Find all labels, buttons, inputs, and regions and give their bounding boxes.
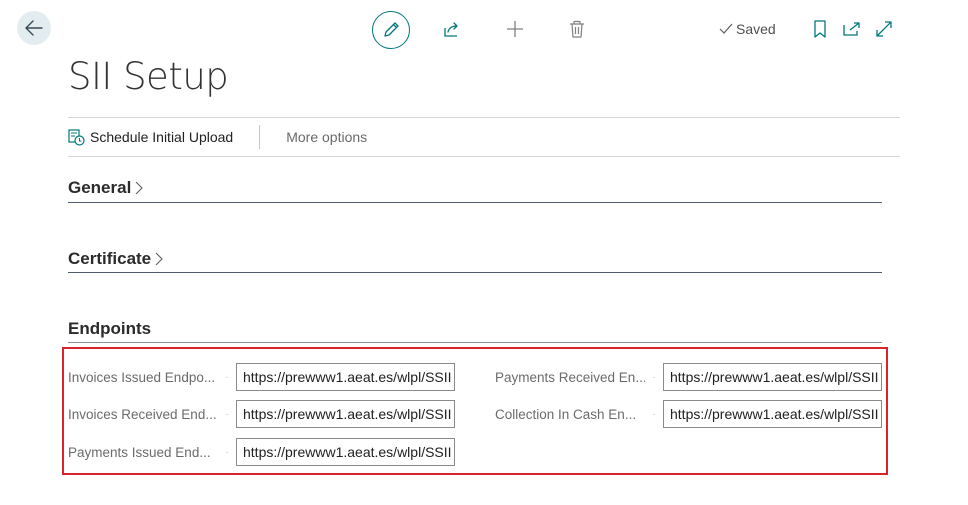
checkmark-icon: [719, 23, 733, 34]
more-options-action[interactable]: More options: [286, 129, 367, 145]
general-section-header[interactable]: General: [68, 176, 882, 200]
general-section: General: [68, 176, 882, 203]
schedule-initial-upload-label: Schedule Initial Upload: [90, 129, 234, 145]
open-in-new-window-button[interactable]: [842, 19, 862, 39]
open-in-new-window-icon: [843, 22, 860, 36]
endpoints-section-header[interactable]: Endpoints: [68, 317, 882, 341]
schedule-upload-icon: [68, 128, 85, 146]
field-separator: ·: [652, 371, 656, 383]
general-section-title: General: [68, 178, 132, 197]
payments-issued-endpoint-label: Payments Issued End...: [68, 444, 211, 460]
endpoints-section-title: Endpoints: [68, 319, 152, 338]
invoices-issued-endpoint-field: Invoices Issued Endpo... · https://preww…: [68, 363, 455, 391]
invoices-issued-endpoint-input[interactable]: https://prewww1.aeat.es/wlpl/SSII: [236, 363, 455, 391]
field-separator: ·: [225, 446, 229, 458]
share-button[interactable]: [442, 19, 462, 39]
action-divider: [259, 125, 261, 149]
payments-received-endpoint-field: Payments Received En... · https://prewww…: [495, 363, 882, 391]
plus-icon: [507, 21, 523, 37]
invoices-received-endpoint-field: Invoices Received End... · https://preww…: [68, 400, 455, 428]
certificate-section-title: Certificate: [68, 249, 152, 268]
payments-issued-endpoint-input[interactable]: https://prewww1.aeat.es/wlpl/SSII: [236, 438, 455, 466]
field-separator: ·: [225, 371, 229, 383]
collection-in-cash-endpoint-input[interactable]: https://prewww1.aeat.es/wlpl/SSII: [663, 400, 882, 428]
payments-received-endpoint-label: Payments Received En...: [495, 369, 645, 385]
payments-issued-endpoint-field: Payments Issued End... · https://prewww1…: [68, 438, 455, 466]
saved-label: Saved: [736, 21, 776, 37]
collection-in-cash-endpoint-field: Collection In Cash En... · https://preww…: [495, 400, 882, 428]
pencil-icon: [384, 22, 399, 37]
back-button[interactable]: [17, 11, 51, 45]
field-separator: ·: [225, 408, 229, 420]
endpoints-section: Endpoints: [68, 317, 882, 343]
delete-button[interactable]: [567, 19, 587, 39]
more-options-label: More options: [286, 129, 368, 145]
certificate-section-header[interactable]: Certificate: [68, 247, 882, 271]
invoices-received-endpoint-input[interactable]: https://prewww1.aeat.es/wlpl/SSII: [236, 400, 455, 428]
expand-button[interactable]: [874, 19, 894, 39]
trash-icon: [570, 20, 584, 38]
invoices-received-endpoint-label: Invoices Received End...: [68, 406, 217, 422]
chevron-right-icon: [155, 252, 163, 266]
arrow-left-icon: [25, 20, 43, 36]
collection-in-cash-endpoint-label: Collection In Cash En...: [495, 406, 637, 422]
field-separator: ·: [652, 408, 656, 420]
bookmark-button[interactable]: [811, 19, 829, 39]
page-title: SII Setup: [68, 55, 229, 98]
action-bar: Schedule Initial Upload More options: [68, 117, 900, 157]
bookmark-icon: [814, 20, 826, 38]
certificate-section: Certificate: [68, 247, 882, 273]
edit-button[interactable]: [372, 11, 410, 49]
schedule-initial-upload-action[interactable]: Schedule Initial Upload: [68, 128, 234, 146]
chevron-right-icon: [135, 181, 144, 195]
share-icon: [444, 22, 458, 37]
expand-icon: [876, 21, 892, 37]
payments-received-endpoint-input[interactable]: https://prewww1.aeat.es/wlpl/SSII: [663, 363, 882, 391]
saved-status: Saved: [719, 21, 776, 37]
invoices-issued-endpoint-label: Invoices Issued Endpo...: [68, 369, 216, 385]
new-button[interactable]: [505, 19, 525, 39]
